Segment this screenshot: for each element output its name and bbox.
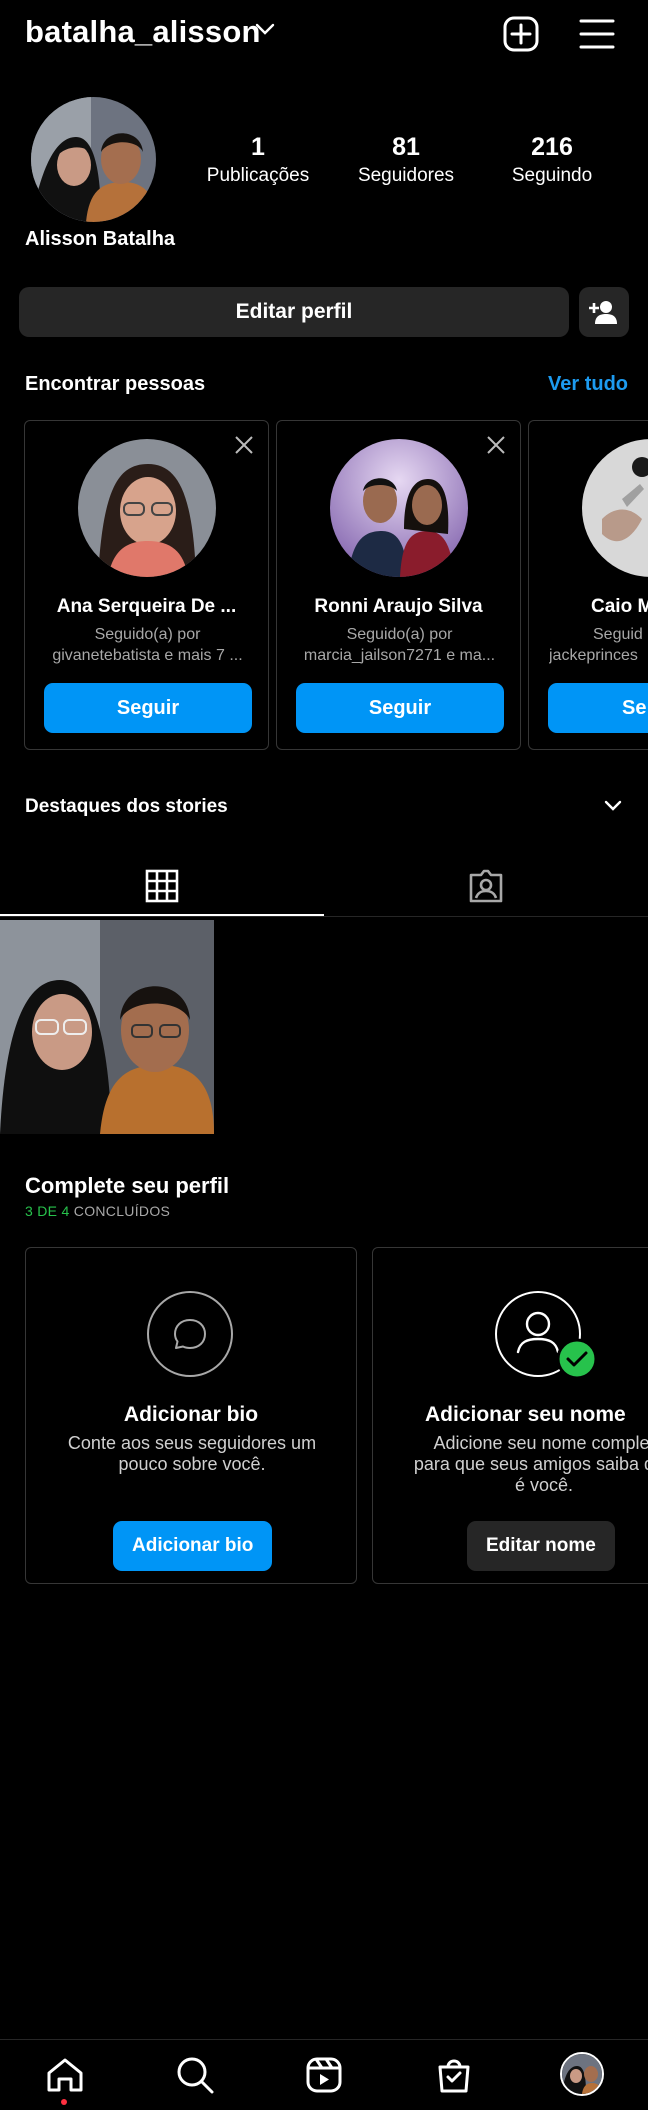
grid-icon bbox=[145, 869, 179, 903]
suggestion-context: Seguid jackeprinces bbox=[549, 624, 648, 666]
suggestion-name: Caio M bbox=[591, 596, 648, 617]
suggestion-context-line: givanetebatista e mais 7 ... bbox=[52, 647, 243, 664]
close-icon[interactable] bbox=[486, 435, 506, 455]
search-icon[interactable] bbox=[175, 2055, 215, 2095]
username-switcher[interactable]: batalha_alisson bbox=[25, 14, 261, 50]
profile-full-name: Alisson Batalha bbox=[25, 228, 176, 250]
suggestion-context-line: Seguid bbox=[593, 626, 643, 643]
speech-bubble-icon bbox=[146, 1290, 234, 1378]
following-label: Seguindo bbox=[511, 165, 593, 186]
followers-stat[interactable]: 81 Seguidores bbox=[336, 132, 476, 187]
card-title: Adicionar seu nome bbox=[425, 1403, 626, 1426]
suggestion-card[interactable]: Caio M Seguid jackeprinces Se bbox=[528, 420, 648, 750]
suggestion-card[interactable]: Ronni Araujo Silva Seguido(a) por marcia… bbox=[276, 420, 521, 750]
follow-button[interactable]: Se bbox=[548, 683, 648, 733]
discover-people-button[interactable] bbox=[579, 287, 629, 337]
close-icon[interactable] bbox=[234, 435, 254, 455]
suggestion-card[interactable]: Ana Serqueira De ... Seguido(a) por giva… bbox=[24, 420, 269, 750]
suggestion-context-line: Seguido(a) por bbox=[346, 626, 453, 643]
home-icon[interactable] bbox=[45, 2055, 85, 2095]
card-description: Conte aos seus seguidores um pouco sobre… bbox=[67, 1433, 317, 1474]
profile-avatar[interactable] bbox=[31, 97, 156, 222]
post-thumbnail[interactable] bbox=[0, 920, 214, 1134]
posts-stat[interactable]: 1 Publicações bbox=[188, 132, 328, 187]
add-name-card: Adicionar seu nome Adicione seu nome com… bbox=[372, 1247, 648, 1584]
follow-button[interactable]: Seguir bbox=[44, 683, 252, 733]
suggestion-context-line: Seguido(a) por bbox=[94, 626, 201, 643]
suggestion-context-line: jackeprinces bbox=[549, 647, 638, 664]
followers-count: 81 bbox=[392, 133, 420, 161]
add-bio-button[interactable]: Adicionar bio bbox=[113, 1521, 273, 1571]
see-all-link[interactable]: Ver tudo bbox=[548, 373, 628, 396]
profile-icon bbox=[494, 1290, 598, 1380]
follow-button[interactable]: Seguir bbox=[296, 683, 504, 733]
tab-tagged[interactable] bbox=[324, 856, 648, 916]
suggestion-context: Seguido(a) por givanetebatista e mais 7 … bbox=[35, 624, 260, 666]
shop-icon[interactable] bbox=[434, 2055, 474, 2095]
add-bio-card: Adicionar bio Conte aos seus seguidores … bbox=[25, 1247, 357, 1584]
followers-label: Seguidores bbox=[357, 165, 455, 186]
suggestion-context-line: marcia_jailson7271 e ma... bbox=[303, 647, 496, 664]
avatar[interactable] bbox=[330, 439, 468, 577]
following-stat[interactable]: 216 Seguindo bbox=[482, 132, 622, 187]
following-count: 216 bbox=[531, 133, 573, 161]
progress-count: 3 DE 4 bbox=[25, 1203, 70, 1219]
suggestion-context: Seguido(a) por marcia_jailson7271 e ma..… bbox=[287, 624, 512, 666]
tab-posts-grid[interactable] bbox=[0, 856, 324, 916]
posts-count: 1 bbox=[251, 133, 265, 161]
avatar[interactable] bbox=[582, 439, 648, 577]
chevron-down-icon[interactable] bbox=[255, 22, 275, 36]
profile-tab-avatar[interactable] bbox=[560, 2052, 604, 2096]
create-post-icon[interactable] bbox=[503, 16, 539, 52]
card-title: Adicionar bio bbox=[123, 1403, 259, 1426]
suggestion-name: Ana Serqueira De ... bbox=[56, 596, 237, 617]
reels-icon[interactable] bbox=[304, 2055, 344, 2095]
discover-title: Encontrar pessoas bbox=[25, 373, 206, 395]
progress-label: CONCLUÍDOS bbox=[69, 1203, 171, 1219]
edit-name-button[interactable]: Editar nome bbox=[467, 1521, 615, 1571]
tagged-person-icon bbox=[469, 869, 503, 903]
chevron-down-icon[interactable] bbox=[604, 798, 622, 812]
complete-profile-progress: 3 DE 4 CONCLUÍDOS bbox=[25, 1203, 170, 1219]
add-person-icon bbox=[589, 301, 617, 324]
edit-profile-button[interactable]: Editar perfil bbox=[19, 287, 569, 337]
card-description: Adicione seu nome complet para que seus … bbox=[413, 1433, 648, 1495]
divider bbox=[0, 916, 648, 917]
avatar[interactable] bbox=[78, 439, 216, 577]
story-highlights-title[interactable]: Destaques dos stories bbox=[25, 796, 228, 818]
complete-profile-title: Complete seu perfil bbox=[25, 1173, 230, 1198]
menu-icon[interactable] bbox=[578, 17, 616, 51]
suggestion-name: Ronni Araujo Silva bbox=[314, 596, 483, 617]
posts-label: Publicações bbox=[206, 165, 310, 186]
notification-dot bbox=[61, 2099, 67, 2105]
